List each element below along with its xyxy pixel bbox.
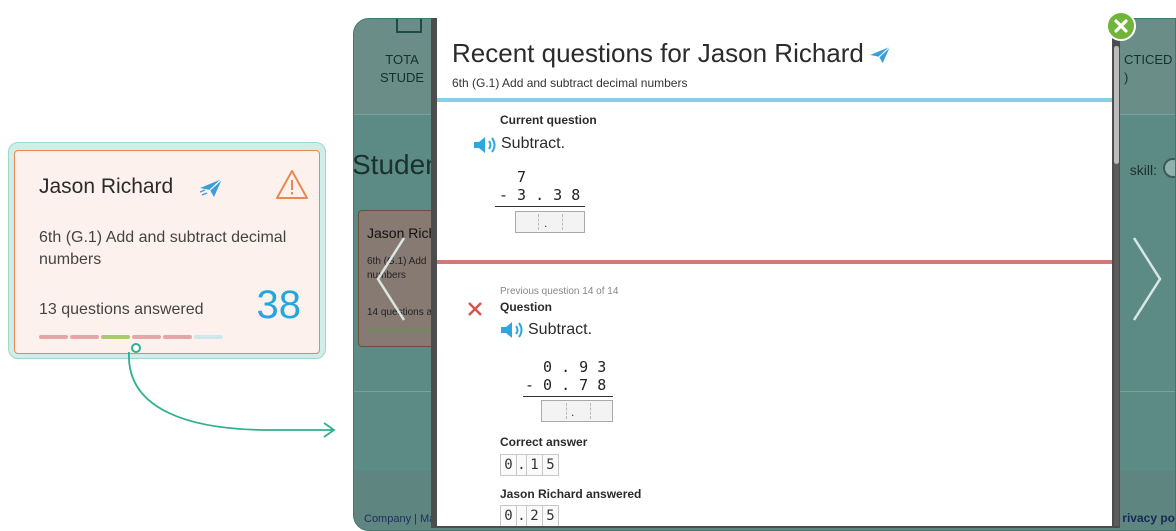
stat-total-students: TOTA STUDE <box>380 52 425 85</box>
skill-toggle[interactable] <box>1163 158 1175 178</box>
questions-answered: 13 questions answered <box>39 301 204 318</box>
warning-icon <box>276 170 308 199</box>
answer-box: . <box>541 400 613 422</box>
skill-name: 6th (G.1) Add and subtract decimal numbe… <box>39 229 287 268</box>
modal-content: Recent questions for Jason Richard 6th (… <box>437 18 1112 526</box>
speaker-icon[interactable] <box>500 321 526 339</box>
problem-line: 7 <box>499 168 527 186</box>
current-question-label: Current question <box>500 113 597 127</box>
progress-bars <box>39 335 223 339</box>
progress-segment <box>39 335 68 339</box>
answer-input[interactable]: . <box>515 211 585 233</box>
problem-line: - 3 . 3 8 <box>499 186 581 204</box>
student-name: Jason Richard <box>39 175 174 198</box>
previous-question-counter: Previous question 14 of 14 <box>500 286 619 297</box>
paper-plane-icon <box>199 178 223 197</box>
paper-plane-icon <box>870 46 891 64</box>
question-label: Question <box>500 300 553 314</box>
students-icon <box>396 19 422 33</box>
progress-segment <box>70 335 99 339</box>
chevron-right-icon[interactable] <box>1130 234 1166 324</box>
skill-filter-label: skill: <box>1129 162 1157 178</box>
close-button[interactable] <box>1106 11 1136 41</box>
previous-question-divider <box>437 260 1112 264</box>
subtraction-line <box>495 206 585 207</box>
subtraction-line <box>523 396 613 397</box>
modal-subtitle: 6th (G.1) Add and subtract decimal numbe… <box>452 76 688 90</box>
correct-answer-label: Correct answer <box>500 435 588 449</box>
correct-answer-digits: 0 . 1 5 <box>500 454 559 476</box>
answer-digit: 0 <box>500 454 517 476</box>
chevron-left-icon[interactable] <box>372 234 408 324</box>
student-card-callout: Jason Richard 6th (G.1) Add and subtract… <box>8 142 326 359</box>
student-card[interactable]: Jason Richard 6th (G.1) Add and subtract… <box>14 150 320 354</box>
scrollbar-thumb[interactable] <box>1114 46 1119 164</box>
progress-segment <box>101 335 130 339</box>
modal-title: Recent questions for Jason Richard <box>452 38 864 68</box>
student-answer-label: Jason Richard answered <box>500 487 642 501</box>
current-question-divider <box>437 98 1112 102</box>
incorrect-icon <box>468 302 482 316</box>
answer-digit: 2 <box>526 505 543 526</box>
connector-pin <box>131 343 141 353</box>
progress-segment <box>163 335 192 339</box>
privacy-link[interactable]: rivacy po <box>1122 511 1175 525</box>
answer-digit: 1 <box>526 454 543 476</box>
decimal-point: . <box>544 216 548 230</box>
decimal-point: . <box>571 405 575 419</box>
stat-practiced: CTICED ) <box>1124 52 1173 85</box>
problem-line: - 0 . 7 8 <box>525 376 607 394</box>
recent-questions-modal: Recent questions for Jason Richard 6th (… <box>431 18 1120 528</box>
progress-segment <box>132 335 161 339</box>
progress-segment <box>194 335 223 339</box>
answer-digit: 0 <box>500 505 517 526</box>
question-prompt: Subtract. <box>528 321 593 338</box>
question-prompt: Subtract. <box>501 135 566 152</box>
answer-digit: 5 <box>542 505 559 526</box>
problem-line: 0 . 9 3 <box>525 358 607 376</box>
smartscore: 38 <box>256 283 302 327</box>
speaker-icon[interactable] <box>473 136 499 154</box>
close-icon <box>1114 19 1128 33</box>
footer-links[interactable]: Company | Ma <box>364 513 435 525</box>
answer-digit: 5 <box>542 454 559 476</box>
student-answer-digits: 0 . 2 5 <box>500 505 559 526</box>
